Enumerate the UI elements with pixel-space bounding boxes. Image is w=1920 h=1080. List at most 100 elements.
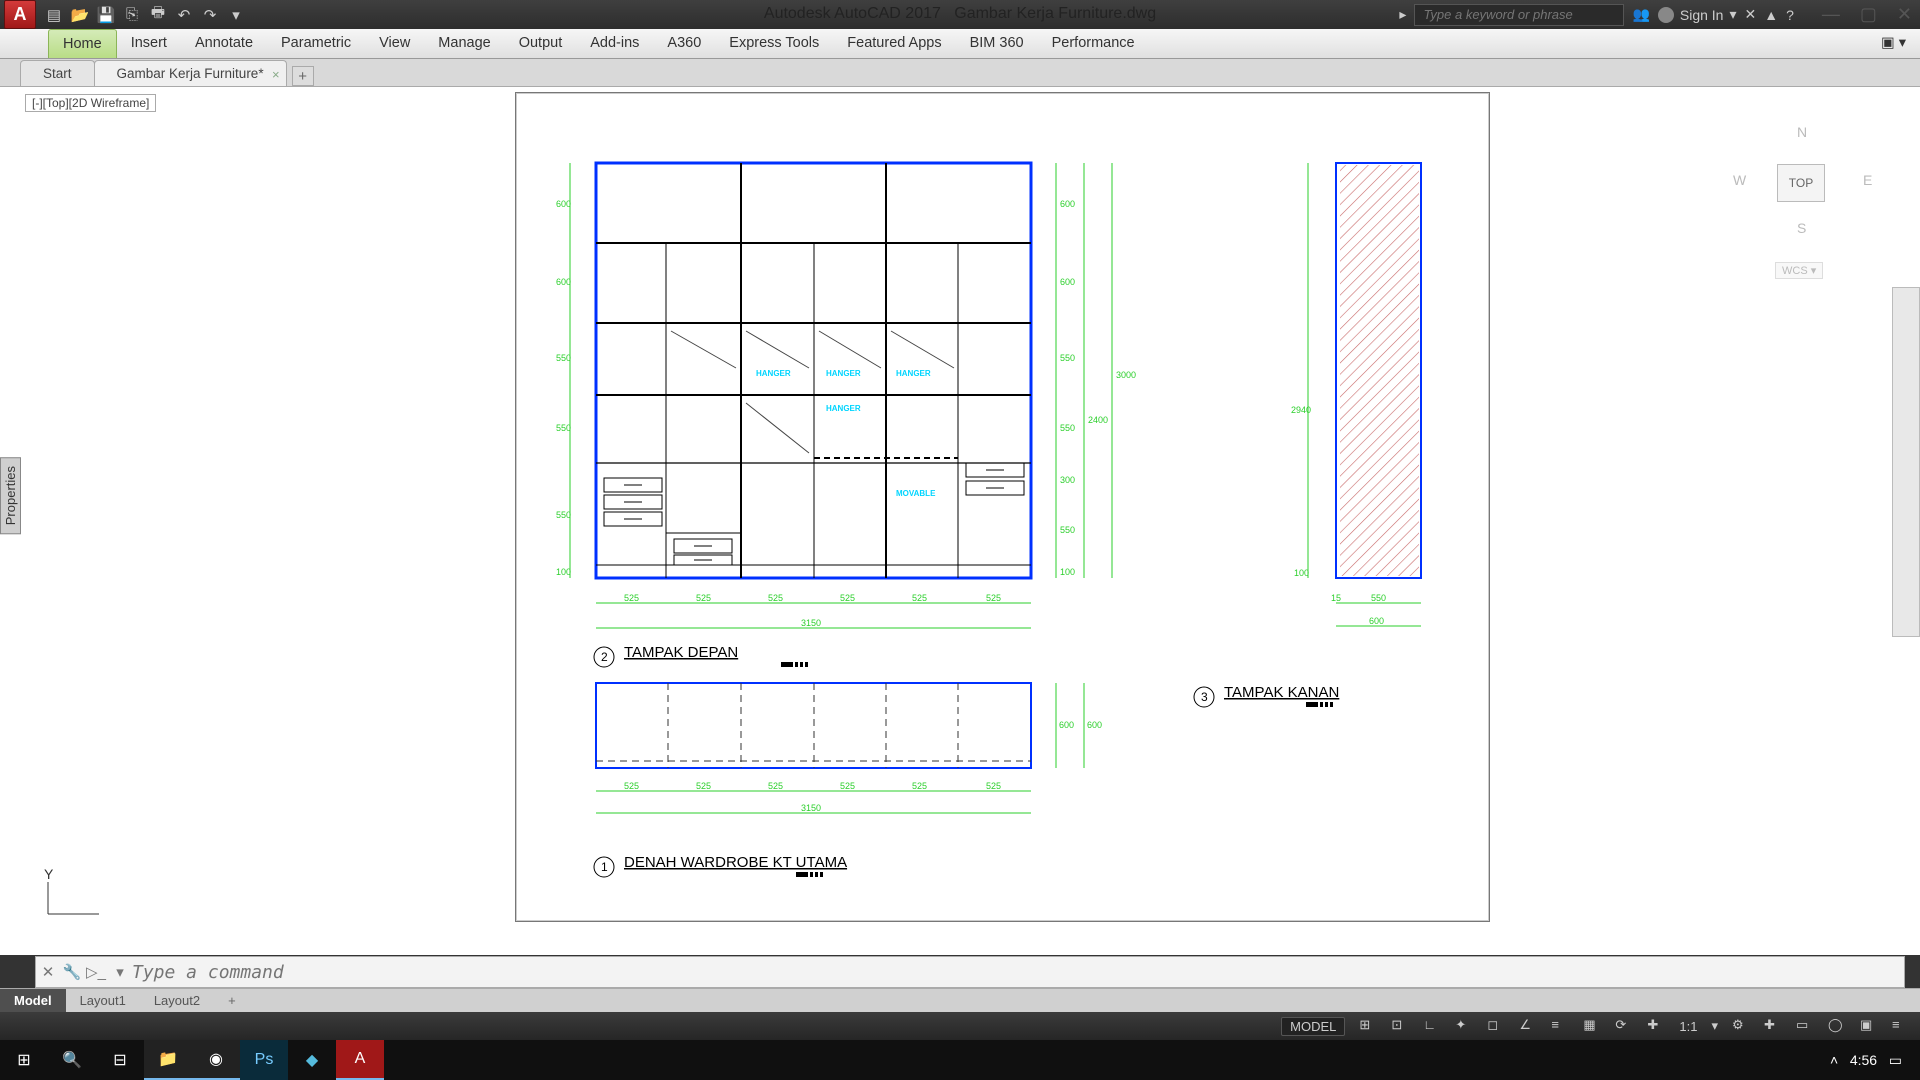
svg-text:525: 525 <box>840 781 855 791</box>
tab-parametric[interactable]: Parametric <box>267 29 365 58</box>
osnap-icon[interactable]: ◻ <box>1487 1017 1505 1035</box>
saveas-icon[interactable]: ⎘ <box>122 5 142 25</box>
tab-view[interactable]: View <box>365 29 424 58</box>
cmd-settings-icon[interactable]: 🔧 <box>60 963 84 981</box>
lineweight-icon[interactable]: ≡ <box>1551 1017 1569 1035</box>
qat-more-icon[interactable]: ▾ <box>226 5 246 25</box>
tab-addins[interactable]: Add-ins <box>576 29 653 58</box>
sign-in-button[interactable]: Sign In▾ <box>1658 6 1737 23</box>
svg-text:HANGER: HANGER <box>826 404 861 413</box>
cycling-icon[interactable]: ⟳ <box>1615 1017 1633 1035</box>
customize-icon[interactable]: ≡ <box>1892 1017 1910 1035</box>
svg-text:2400: 2400 <box>1088 415 1108 425</box>
action-center-icon[interactable]: ▭ <box>1889 1052 1902 1068</box>
properties-palette-tab[interactable]: Properties <box>0 457 21 534</box>
otrack-icon[interactable]: ∠ <box>1519 1017 1537 1035</box>
file-tab-current[interactable]: Gambar Kerja Furniture*× <box>94 60 287 86</box>
close-button[interactable]: ✕ <box>1897 4 1912 25</box>
transparency-icon[interactable]: ▦ <box>1583 1017 1601 1035</box>
minimize-button[interactable]: — <box>1822 4 1840 25</box>
command-input[interactable] <box>132 962 1904 983</box>
search-expand-icon[interactable]: ▸ <box>1399 6 1406 23</box>
cleanscreen-icon[interactable]: ▣ <box>1860 1017 1878 1035</box>
tab-manage[interactable]: Manage <box>424 29 504 58</box>
visual-style-control[interactable]: [-][Top][2D Wireframe] <box>25 94 156 112</box>
annomon-icon[interactable]: ✚ <box>1647 1017 1665 1035</box>
clock[interactable]: 4:56 <box>1850 1052 1877 1068</box>
explorer-icon[interactable]: 📁 <box>144 1040 192 1080</box>
isolate-icon[interactable]: ▭ <box>1796 1017 1814 1035</box>
model-space-viewport[interactable]: [-][Top][2D Wireframe] Properties N S W … <box>0 87 1920 955</box>
svg-text:2: 2 <box>601 650 608 664</box>
tab-featured[interactable]: Featured Apps <box>833 29 955 58</box>
svg-text:100: 100 <box>556 567 571 577</box>
help-icon[interactable]: ? <box>1786 7 1794 23</box>
viewcube-s[interactable]: S <box>1797 220 1806 236</box>
infocenter-icon[interactable]: 👥 <box>1632 6 1649 23</box>
start-button[interactable]: ⊞ <box>0 1040 48 1080</box>
anno-scale-drop-icon[interactable]: ▾ <box>1711 1018 1718 1034</box>
layout-tab-add[interactable]: + <box>214 989 250 1012</box>
navigation-bar[interactable] <box>1892 287 1920 637</box>
quick-access-toolbar: ▤ 📂 💾 ⎘ 🖶 ↶ ↷ ▾ <box>44 5 246 25</box>
command-line[interactable]: ✕ 🔧 ▷_ ▾ <box>35 956 1905 988</box>
undo-icon[interactable]: ↶ <box>174 5 194 25</box>
viewcube-top-face[interactable]: TOP <box>1777 164 1825 202</box>
taskbar-tray[interactable]: ˄ 4:56 ▭ <box>1830 1052 1920 1069</box>
viewcube-wcs[interactable]: WCS ▾ <box>1775 262 1823 279</box>
viewcube-e[interactable]: E <box>1863 172 1872 188</box>
viewcube-n[interactable]: N <box>1797 124 1807 140</box>
chrome-icon[interactable]: ◉ <box>192 1040 240 1080</box>
svg-text:550: 550 <box>1060 423 1075 433</box>
svg-text:525: 525 <box>912 593 927 603</box>
tab-annotate[interactable]: Annotate <box>181 29 267 58</box>
viewcube-w[interactable]: W <box>1733 172 1746 188</box>
cmd-close-icon[interactable]: ✕ <box>36 963 60 981</box>
anno-scale[interactable]: 1:1 <box>1679 1019 1697 1034</box>
save-icon[interactable]: 💾 <box>96 5 116 25</box>
tab-home[interactable]: Home <box>48 29 117 58</box>
view-cube[interactable]: N S W E TOP WCS ▾ <box>1715 112 1885 282</box>
hardware-icon[interactable]: ◯ <box>1828 1017 1846 1035</box>
tab-insert[interactable]: Insert <box>117 29 181 58</box>
autocad-taskbar-icon[interactable]: A <box>336 1040 384 1080</box>
app-menu-icon[interactable]: A <box>4 0 36 29</box>
exchange-icon[interactable]: ✕ <box>1745 6 1757 23</box>
photoshop-icon[interactable]: Ps <box>240 1040 288 1080</box>
app-icon-4[interactable]: ◆ <box>288 1040 336 1080</box>
ribbon-collapse-icon[interactable]: ▣ ▾ <box>1867 29 1920 58</box>
tab-bim360[interactable]: BIM 360 <box>956 29 1038 58</box>
tab-express[interactable]: Express Tools <box>715 29 833 58</box>
tab-a360[interactable]: A360 <box>653 29 715 58</box>
workspace-icon[interactable]: ✚ <box>1764 1017 1782 1035</box>
layout-tab-1[interactable]: Layout1 <box>66 989 140 1012</box>
layout-tab-2[interactable]: Layout2 <box>140 989 214 1012</box>
grid-icon[interactable]: ⊞ <box>1359 1017 1377 1035</box>
svg-text:600: 600 <box>1369 616 1384 626</box>
status-space[interactable]: MODEL <box>1281 1017 1345 1036</box>
tab-performance[interactable]: Performance <box>1038 29 1149 58</box>
ribbon-tabs: Home Insert Annotate Parametric View Man… <box>0 29 1920 59</box>
close-file-icon[interactable]: × <box>272 67 280 82</box>
ortho-icon[interactable]: ∟ <box>1423 1017 1441 1035</box>
layout-tab-model[interactable]: Model <box>0 989 66 1012</box>
polar-icon[interactable]: ✦ <box>1455 1017 1473 1035</box>
new-file-tab-button[interactable]: + <box>292 66 314 86</box>
new-icon[interactable]: ▤ <box>44 5 64 25</box>
taskview-icon[interactable]: ⊟ <box>96 1040 144 1080</box>
tab-output[interactable]: Output <box>505 29 577 58</box>
gear-icon[interactable]: ⚙ <box>1732 1017 1750 1035</box>
tray-chevron-icon[interactable]: ˄ <box>1830 1052 1838 1068</box>
svg-text:525: 525 <box>986 781 1001 791</box>
redo-icon[interactable]: ↷ <box>200 5 220 25</box>
maximize-button[interactable]: ▢ <box>1860 4 1877 25</box>
a360-icon[interactable]: ▲ <box>1764 7 1778 23</box>
file-tab-start[interactable]: Start <box>20 60 95 86</box>
cmd-recent-icon[interactable]: ▾ <box>108 963 132 981</box>
print-icon[interactable]: 🖶 <box>148 5 168 25</box>
search-input[interactable] <box>1414 4 1624 26</box>
open-icon[interactable]: 📂 <box>70 5 90 25</box>
svg-text:HANGER: HANGER <box>756 369 791 378</box>
snap-icon[interactable]: ⊡ <box>1391 1017 1409 1035</box>
search-taskbar-icon[interactable]: 🔍 <box>48 1040 96 1080</box>
